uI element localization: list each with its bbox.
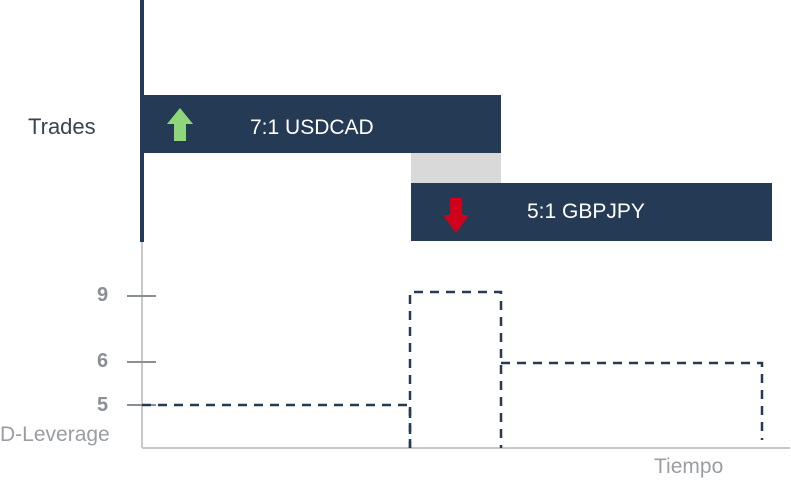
tick-label-9: 9: [97, 284, 109, 306]
leverage-segment-2: [408, 290, 503, 448]
trade-label-gbpjpy: 5:1 GBPJPY: [527, 200, 645, 223]
trade-overlap-region: [411, 153, 501, 183]
tick-label-6: 6: [97, 350, 109, 372]
tick-label-5: 5: [97, 394, 109, 416]
time-axis-label: Tiempo: [654, 455, 724, 478]
leverage-segment-1: [142, 403, 412, 448]
leverage-diagram: [127, 0, 790, 449]
trades-lane-label: Trades: [28, 114, 96, 139]
leverage-axis-label: D-Leverage: [0, 423, 110, 446]
trade-label-usdcad: 7:1 USDCAD: [250, 116, 374, 139]
leverage-segment-3: [501, 361, 764, 440]
